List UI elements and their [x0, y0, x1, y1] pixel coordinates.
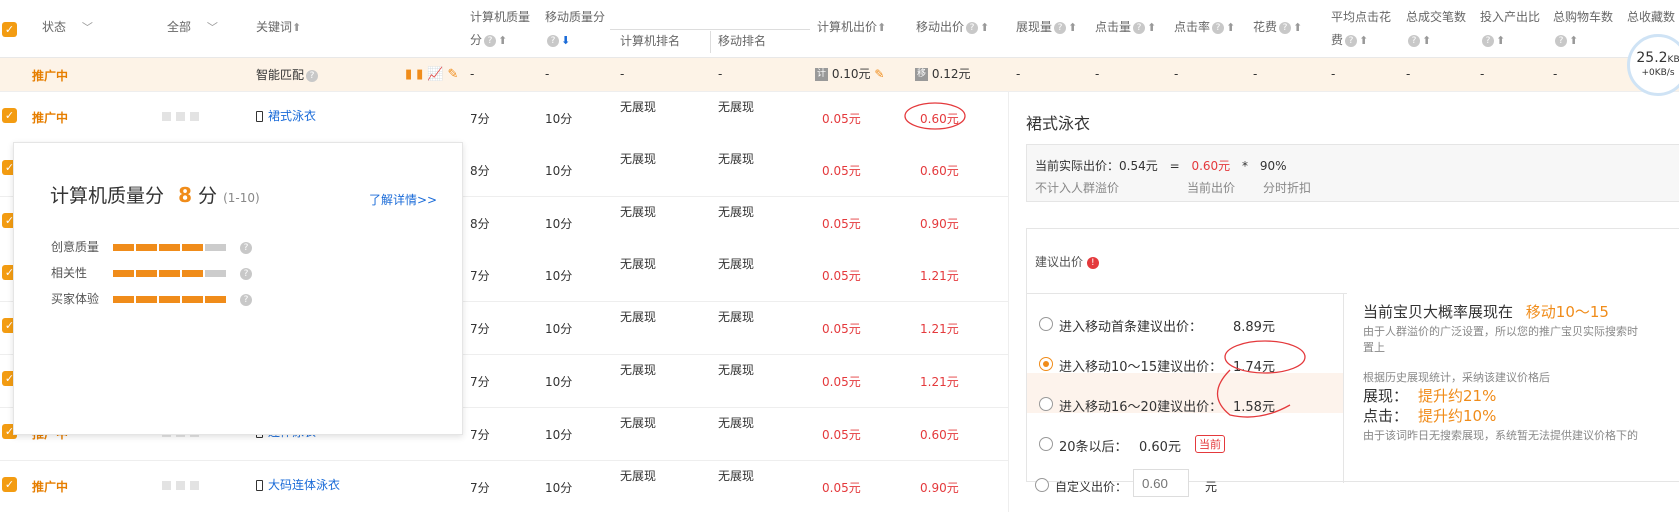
annotation-stroke	[1216, 369, 1291, 418]
annotation-circle	[904, 102, 966, 130]
annotation-overlay	[904, 102, 1306, 418]
annotation-circle	[1224, 340, 1306, 374]
